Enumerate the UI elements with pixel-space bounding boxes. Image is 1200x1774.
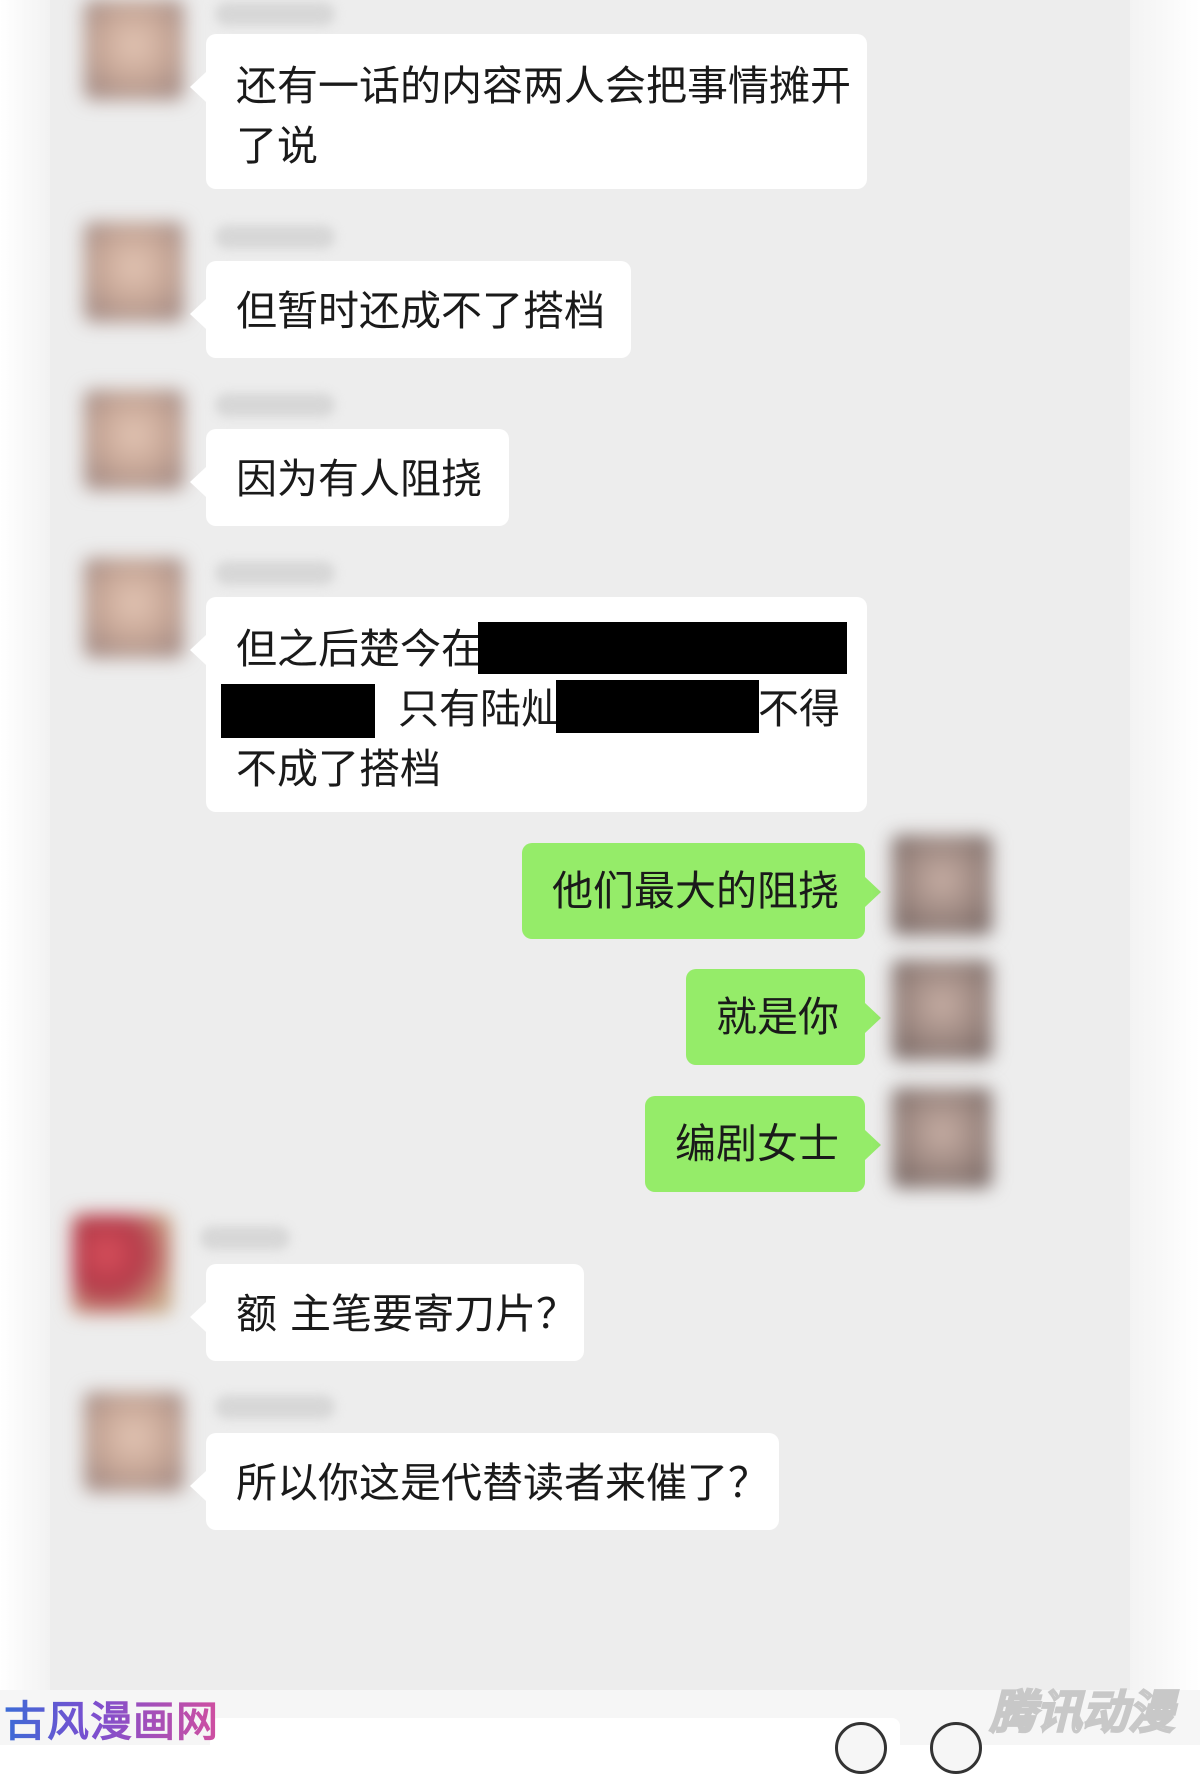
emoji-icon[interactable] — [835, 1722, 887, 1774]
incoming-message-bubble[interactable]: 所以你这是代替读者来催了？ — [190, 1433, 779, 1530]
message-input[interactable] — [210, 1718, 900, 1758]
sender-avatar[interactable] — [84, 390, 184, 490]
message-text: 不得 — [758, 685, 840, 733]
sender-avatar[interactable] — [72, 1214, 172, 1314]
incoming-message-bubble[interactable]: 额 主笔要寄刀片？ — [190, 1264, 584, 1361]
user-avatar[interactable] — [892, 835, 992, 935]
message-text: 不成了搭档 — [236, 745, 441, 793]
sender-nickname-blurred — [215, 561, 335, 585]
redaction-block — [556, 680, 759, 733]
message-text: 了说 — [236, 122, 318, 170]
incoming-message-bubble[interactable]: 还有一话的内容两人会把事情摊开 了说 — [190, 34, 867, 189]
message-text: 因为有人阻挠 — [236, 455, 482, 503]
watermark-right: 腾讯动漫 — [989, 1684, 1175, 1740]
incoming-message-bubble[interactable]: 因为有人阻挠 — [190, 429, 509, 526]
sender-nickname-blurred — [200, 1226, 290, 1250]
add-icon[interactable] — [930, 1722, 982, 1774]
sender-nickname-blurred — [215, 1395, 335, 1419]
watermark-left: 古风漫画网 — [4, 1688, 219, 1749]
sender-avatar[interactable] — [84, 0, 184, 100]
redaction-block — [221, 684, 375, 738]
message-text: 只有陆灿 — [398, 685, 562, 733]
message-text: 还有一话的内容两人会把事情摊开 — [236, 62, 851, 110]
message-text: 编剧女士 — [675, 1120, 839, 1168]
outgoing-message-bubble[interactable]: 他们最大的阻挠 — [522, 843, 881, 939]
right-margin — [1130, 0, 1200, 1745]
message-text: 额 主笔要寄刀片？ — [236, 1290, 578, 1338]
user-avatar[interactable] — [892, 960, 992, 1060]
sender-avatar[interactable] — [84, 558, 184, 658]
left-margin — [0, 0, 50, 1745]
message-text: 但之后楚今在 — [236, 625, 482, 673]
redaction-block — [478, 622, 847, 674]
user-avatar[interactable] — [892, 1088, 992, 1188]
sender-nickname-blurred — [215, 2, 335, 26]
incoming-message-bubble[interactable]: 但暂时还成不了搭档 — [190, 261, 631, 358]
message-text: 所以你这是代替读者来催了？ — [236, 1459, 769, 1507]
sender-avatar[interactable] — [84, 1392, 184, 1492]
message-text: 但暂时还成不了搭档 — [236, 287, 605, 335]
outgoing-message-bubble[interactable]: 就是你 — [686, 969, 881, 1065]
message-text: 他们最大的阻挠 — [552, 867, 839, 915]
outgoing-message-bubble[interactable]: 编剧女士 — [645, 1096, 881, 1192]
sender-nickname-blurred — [215, 393, 335, 417]
sender-avatar[interactable] — [84, 222, 184, 322]
message-text: 就是你 — [716, 993, 839, 1041]
sender-nickname-blurred — [215, 225, 335, 249]
